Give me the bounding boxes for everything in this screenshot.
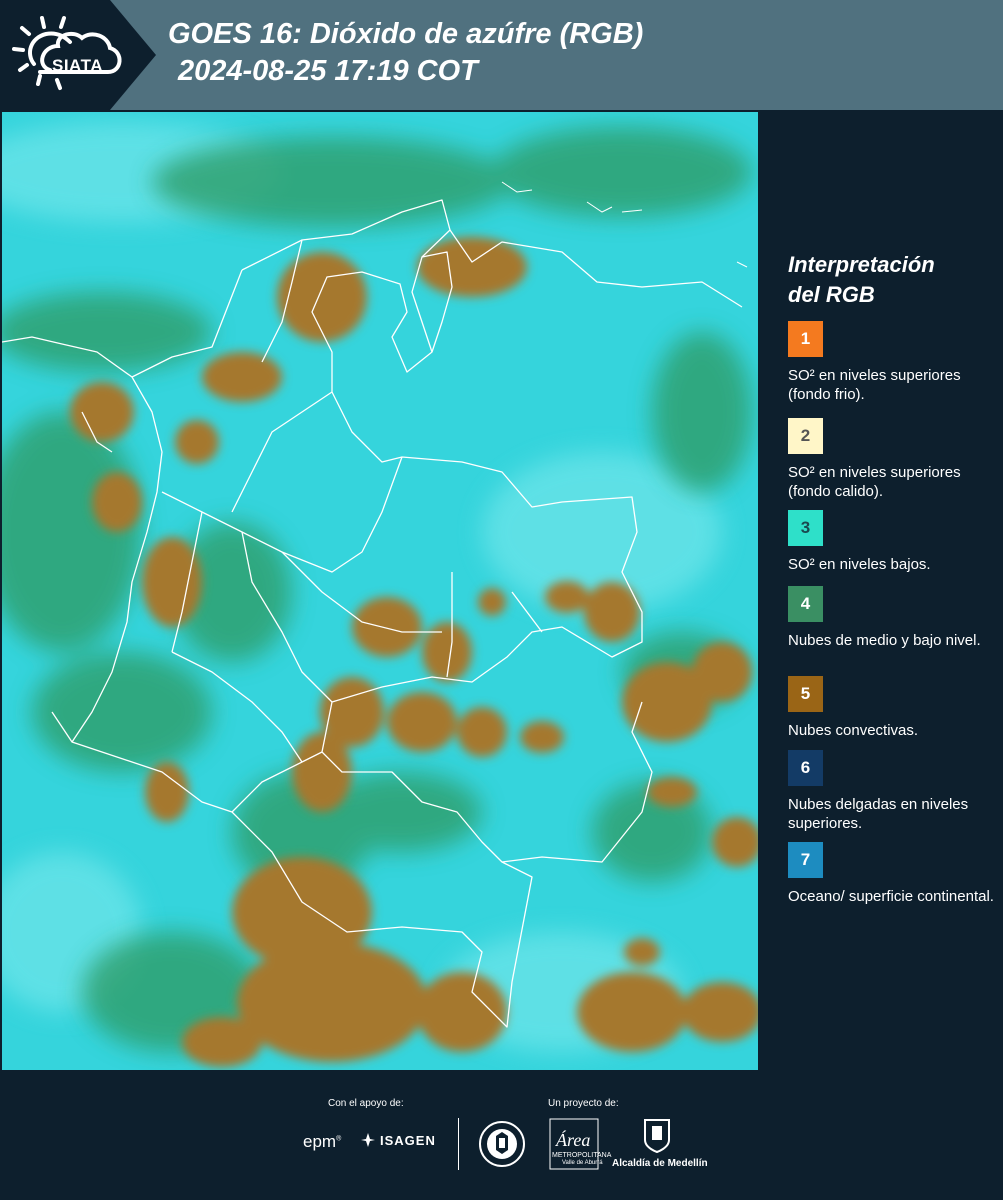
siata-logo: SIATA — [12, 12, 130, 98]
legend-description: SO² en niveles bajos. — [788, 556, 931, 573]
legend-swatch-3: 3 — [788, 510, 823, 546]
legend-item-6: 6 Nubes delgadas en niveles superiores. — [788, 750, 998, 833]
legend-description: Nubes delgadas en niveles superiores. — [788, 796, 969, 832]
legend-number: 3 — [800, 518, 811, 537]
legend-swatch-1: 1 — [788, 321, 823, 357]
footer: Con el apoyo de: Un proyecto de: epm® IS… — [0, 1070, 1003, 1200]
legend-item-3: 3 SO² en niveles bajos. — [788, 510, 998, 574]
epm-logo: epm® — [303, 1132, 341, 1152]
legend-item-5: 5 Nubes convectivas. — [788, 676, 998, 740]
support-label: Con el apoyo de: — [328, 1098, 404, 1109]
legend-item-1: 1 SO² en niveles superiores (fondo frio)… — [788, 321, 998, 404]
alcaldia-shield-icon — [644, 1119, 670, 1154]
epm-text: epm — [303, 1132, 337, 1151]
header: SIATA GOES 16: Dióxido de azúfre (RGB) 2… — [0, 0, 1003, 110]
area-logo-sub2: Valle de Aburrá — [562, 1160, 603, 1166]
legend-item-2: 2 SO² en niveles superiores (fondo calid… — [788, 418, 998, 501]
satellite-map — [2, 112, 758, 1070]
legend-description: Nubes convectivas. — [788, 722, 919, 739]
page-title: GOES 16: Dióxido de azúfre (RGB) 2024-08… — [168, 16, 643, 90]
legend-description: SO² en niveles superiores (fondo frio). — [788, 367, 961, 403]
isagen-logo: ISAGEN — [360, 1132, 436, 1148]
legend-swatch-5: 5 — [788, 676, 823, 712]
medellin-seal-icon — [479, 1121, 525, 1167]
legend-description: Oceano/ superficie continental. — [788, 888, 994, 905]
legend-title-line-1: Interpretación — [788, 252, 935, 277]
footer-divider — [458, 1118, 459, 1170]
legend-description: Nubes de medio y bajo nivel. — [788, 632, 981, 649]
project-label: Un proyecto de: — [548, 1098, 619, 1109]
legend-item-4: 4 Nubes de medio y bajo nivel. — [788, 586, 998, 650]
area-logo-sub: METROPOLITANA — [552, 1152, 612, 1159]
legend-number: 1 — [800, 329, 811, 348]
logo-text: SIATA — [52, 56, 103, 75]
legend-number: 7 — [800, 850, 811, 869]
legend-description: SO² en niveles superiores (fondo calido)… — [788, 464, 961, 500]
area-logo-text: Área — [556, 1130, 591, 1150]
isagen-text: ISAGEN — [380, 1132, 436, 1148]
epm-mark: ® — [336, 1135, 342, 1143]
legend-swatch-2: 2 — [788, 418, 823, 454]
legend-number: 2 — [800, 426, 811, 445]
legend-swatch-4: 4 — [788, 586, 823, 622]
title-timestamp: 2024-08-25 17:19 COT — [178, 55, 478, 87]
title-line-1: GOES 16: Dióxido de azúfre (RGB) — [168, 18, 644, 50]
legend-number: 6 — [800, 758, 811, 777]
isagen-icon — [361, 1133, 375, 1147]
legend-swatch-7: 7 — [788, 842, 823, 878]
satellite-image — [2, 112, 758, 1070]
legend-item-7: 7 Oceano/ superficie continental. — [788, 842, 998, 906]
alcaldia-text: Alcaldía de Medellín — [612, 1158, 708, 1169]
legend-title-line-2: del RGB — [788, 282, 875, 307]
legend-title: Interpretación del RGB — [788, 250, 935, 310]
legend-number: 4 — [800, 594, 811, 613]
sun-cloud-icon — [12, 16, 122, 90]
rgb-legend: Interpretación del RGB 1 SO² en niveles … — [762, 112, 1003, 1070]
legend-number: 5 — [800, 684, 811, 703]
legend-swatch-6: 6 — [788, 750, 823, 786]
